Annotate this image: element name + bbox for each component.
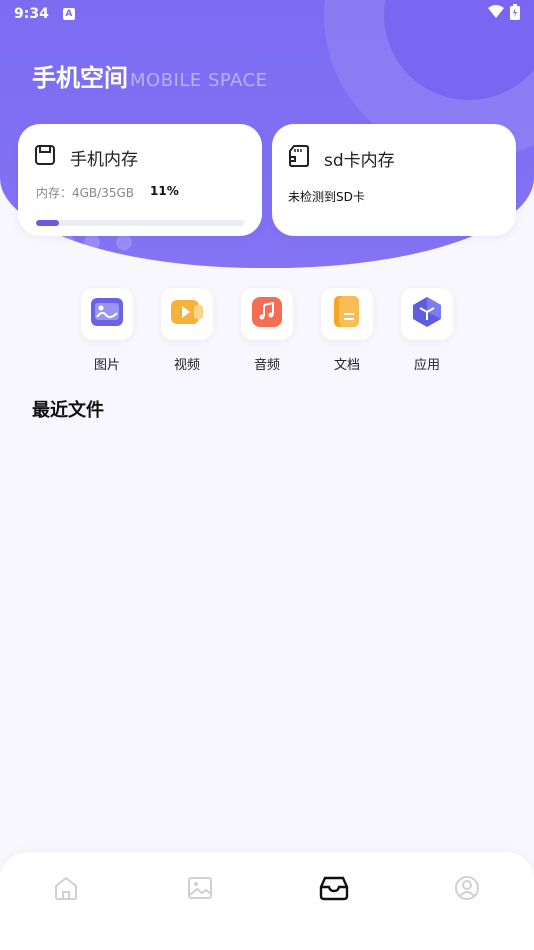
status-time: 9:34 [14,6,49,22]
status-bar: 9:34 A [0,0,534,28]
category-audio[interactable]: 音频 [237,288,297,373]
tab-profile[interactable] [451,874,483,906]
category-label: 文档 [333,358,360,373]
wifi-icon [488,5,504,23]
sd-status-text: 未检测到SD卡 [288,190,365,204]
tab-home[interactable] [50,874,82,906]
bottom-tab-bar [0,852,534,950]
sd-storage-label: sd卡内存 [324,150,395,171]
phone-storage-label: 手机内存 [70,149,138,170]
video-icon [170,297,204,331]
category-label: 应用 [413,358,440,373]
category-images[interactable]: 图片 [77,288,137,373]
document-icon [333,295,361,333]
tab-gallery[interactable] [184,874,216,906]
title-cn: 手机空间 [32,64,128,92]
page-title: 手机空间 MOBILE SPACE [32,58,268,93]
phone-storage-usage: 内存：4GB/35GB [36,186,135,200]
progress-fill [36,220,59,226]
music-icon [251,296,283,332]
battery-icon [510,4,520,24]
tab-storage[interactable] [318,874,350,906]
category-videos[interactable]: 视频 [157,288,217,373]
phone-storage-percent: 11% [150,184,179,198]
sd-storage-card[interactable]: sd卡内存 未检测到SD卡 [272,124,516,236]
app-cube-icon [412,296,442,332]
save-disk-icon [34,144,56,170]
profile-icon [453,874,481,906]
image-icon [90,297,124,331]
notification-icon: A [62,8,75,20]
recent-files-title: 最近文件 [32,400,104,421]
category-apps[interactable]: 应用 [397,288,457,373]
category-label: 音频 [253,358,280,373]
home-icon [52,874,80,906]
phone-storage-progress [36,220,244,226]
category-documents[interactable]: 文档 [317,288,377,373]
gallery-icon [186,874,214,906]
phone-storage-card[interactable]: 手机内存 内存：4GB/35GB 11% [18,124,262,236]
storage-icon [319,874,349,906]
category-label: 图片 [93,358,120,373]
title-en: MOBILE SPACE [130,70,268,91]
sd-card-icon [288,144,310,172]
category-label: 视频 [173,358,200,373]
